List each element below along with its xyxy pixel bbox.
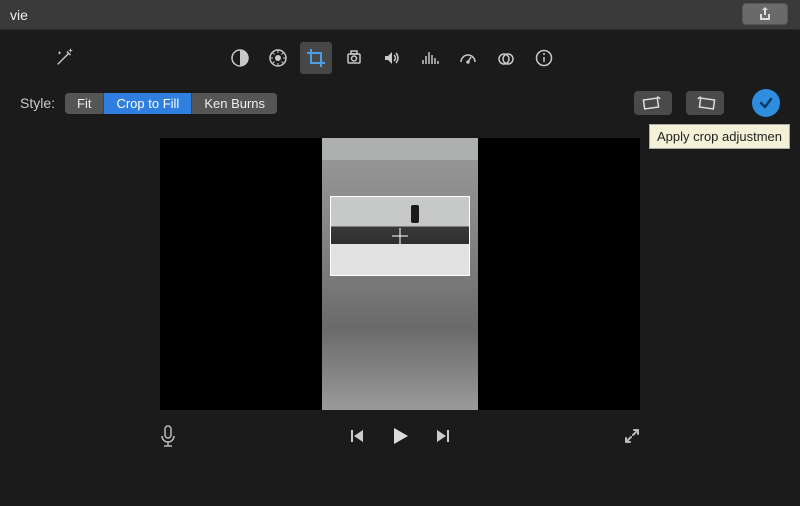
stabilization-button[interactable]: [338, 42, 370, 74]
crop-center-cross-icon: [392, 228, 408, 244]
video-overlay-button[interactable]: [490, 42, 522, 74]
crop-handle-bottom-left[interactable]: [330, 265, 341, 276]
style-option-crop-to-fill[interactable]: Crop to Fill: [104, 93, 192, 114]
rotate-cw-button[interactable]: [686, 91, 724, 115]
voiceover-record-button[interactable]: [158, 424, 178, 448]
style-segmented-control: Fit Crop to Fill Ken Burns: [65, 93, 277, 114]
previous-frame-button[interactable]: [348, 427, 366, 445]
adjust-toolbar: [0, 30, 800, 86]
apply-crop-button[interactable]: [752, 89, 780, 117]
speed-button[interactable]: [452, 42, 484, 74]
color-correction-button[interactable]: [262, 42, 294, 74]
rotate-ccw-button[interactable]: [634, 91, 672, 115]
noise-reduction-button[interactable]: [414, 42, 446, 74]
preview-viewer[interactable]: [160, 138, 640, 410]
crop-handle-bottom-right[interactable]: [459, 265, 470, 276]
color-balance-button[interactable]: [224, 42, 256, 74]
fullscreen-button[interactable]: [622, 426, 642, 446]
style-option-ken-burns[interactable]: Ken Burns: [192, 93, 277, 114]
crop-handle-top-right[interactable]: [459, 196, 470, 207]
clip-info-button[interactable]: [528, 42, 560, 74]
play-button[interactable]: [388, 424, 412, 448]
crop-handle-top-left[interactable]: [330, 196, 341, 207]
share-button[interactable]: [742, 3, 788, 25]
next-frame-button[interactable]: [434, 427, 452, 445]
apply-crop-tooltip: Apply crop adjustmen: [649, 124, 790, 149]
crop-style-row: Style: Fit Crop to Fill Ken Burns Apply …: [0, 86, 800, 120]
transport-controls: [0, 424, 800, 448]
crop-rectangle[interactable]: [330, 196, 470, 276]
window-title: vie: [10, 7, 28, 23]
crop-button[interactable]: [300, 42, 332, 74]
preview-area: [0, 138, 800, 410]
window-titlebar: vie: [0, 0, 800, 30]
style-label: Style:: [20, 95, 55, 111]
style-option-fit[interactable]: Fit: [65, 93, 104, 114]
autoenhance-button[interactable]: [54, 46, 76, 68]
volume-button[interactable]: [376, 42, 408, 74]
